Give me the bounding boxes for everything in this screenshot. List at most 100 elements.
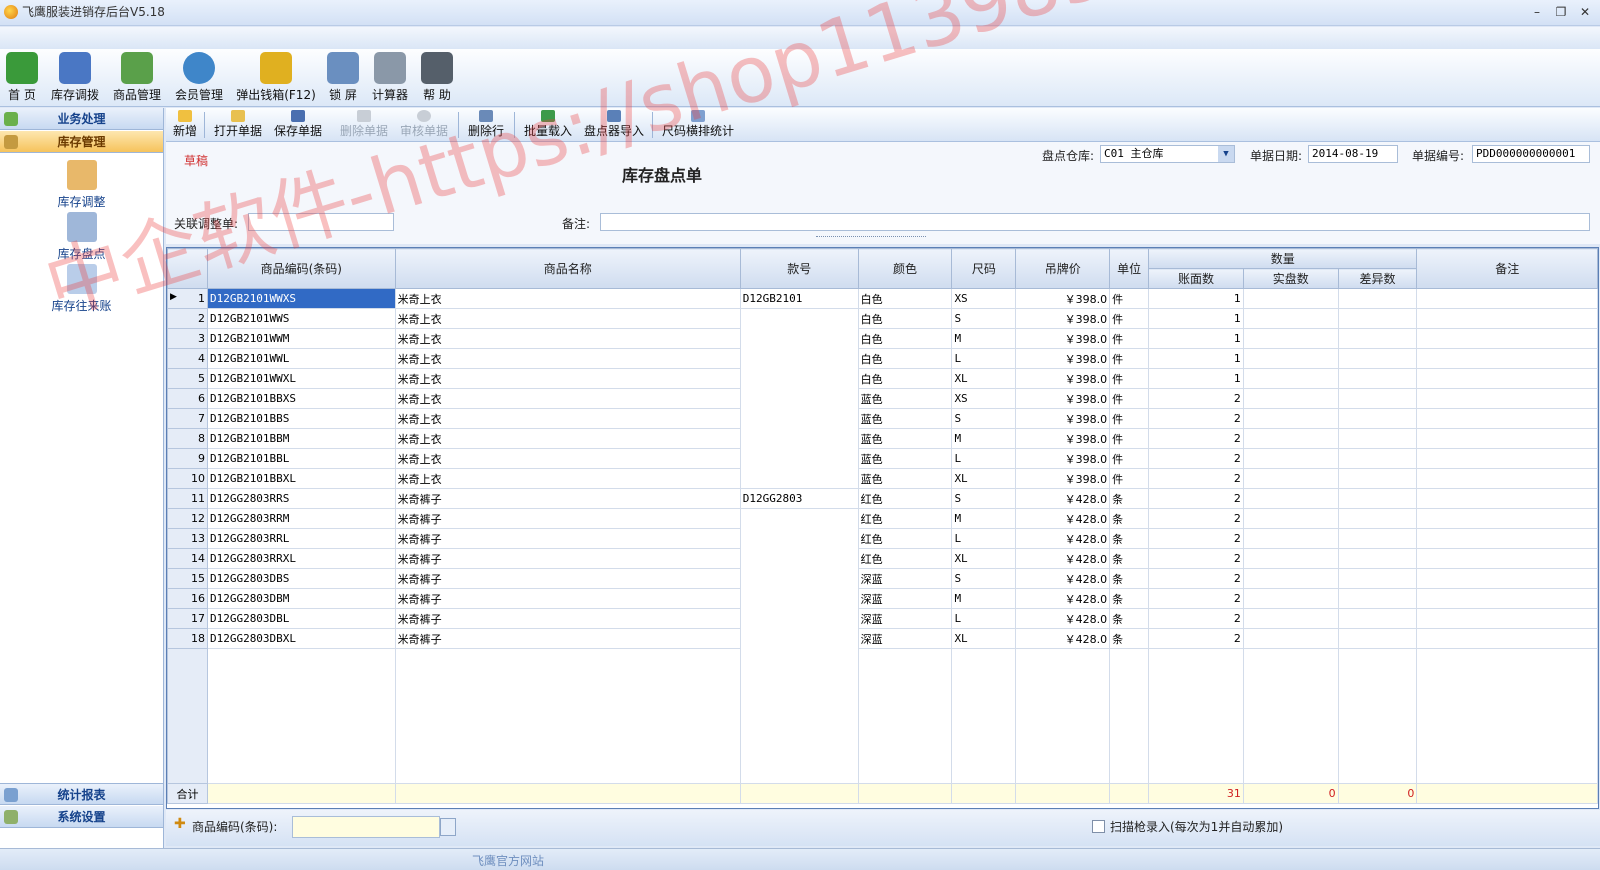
table-row[interactable]: 11 D12GG2803RRS 米奇裤子 D12GG2803 红色 S ￥428.0 条 2 [167, 488, 1598, 509]
actual-qty-cell[interactable] [1242, 408, 1339, 429]
save-document-button[interactable]: 保存单据 [270, 110, 326, 140]
remark-cell[interactable] [1416, 348, 1598, 369]
unit-cell[interactable]: 件 [1109, 448, 1150, 469]
style-cell[interactable] [739, 548, 859, 569]
goods-management-button[interactable]: 商品管理 [108, 52, 166, 106]
table-row[interactable]: 16 D12GG2803DBM 米奇裤子 深蓝 M ￥428.0 条 2 [167, 588, 1598, 609]
book-qty-cell[interactable]: 2 [1148, 628, 1244, 649]
col-header-remark[interactable]: 备注 [1416, 248, 1598, 289]
remark-cell[interactable] [1416, 588, 1598, 609]
color-cell[interactable]: 蓝色 [857, 428, 953, 449]
name-cell[interactable]: 米奇上衣 [394, 328, 741, 349]
lock-screen-button[interactable]: 锁 屏 [322, 52, 364, 106]
color-cell[interactable]: 红色 [857, 488, 953, 509]
style-cell[interactable] [739, 308, 859, 329]
unit-cell[interactable]: 件 [1109, 408, 1150, 429]
code-cell[interactable]: D12GG2803DBL [206, 608, 396, 629]
book-qty-cell[interactable]: 2 [1148, 388, 1244, 409]
row-number[interactable]: 4 [167, 348, 208, 369]
color-cell[interactable]: 红色 [857, 508, 953, 529]
warehouse-select[interactable]: C01 主仓库 ▼ [1100, 145, 1235, 163]
actual-qty-cell[interactable] [1242, 448, 1339, 469]
lookup-button[interactable] [440, 818, 456, 836]
size-cell[interactable]: XL [951, 628, 1017, 649]
close-button[interactable]: ✕ [1576, 4, 1594, 20]
style-cell[interactable]: D12GG2803 [739, 488, 859, 509]
diff-qty-cell[interactable] [1337, 448, 1418, 469]
sidebar-group-business[interactable]: 业务处理 [0, 108, 163, 130]
actual-qty-cell[interactable] [1242, 588, 1339, 609]
book-qty-cell[interactable]: 2 [1148, 528, 1244, 549]
remark-cell[interactable] [1416, 328, 1598, 349]
color-cell[interactable]: 蓝色 [857, 388, 953, 409]
diff-qty-cell[interactable] [1337, 328, 1418, 349]
size-cell[interactable]: M [951, 508, 1017, 529]
style-cell[interactable] [739, 568, 859, 589]
code-cell[interactable]: D12GG2803RRM [206, 508, 396, 529]
book-qty-cell[interactable]: 2 [1148, 508, 1244, 529]
actual-qty-cell[interactable] [1242, 548, 1339, 569]
color-cell[interactable]: 深蓝 [857, 568, 953, 589]
row-number[interactable]: 9 [167, 448, 208, 469]
code-cell[interactable]: D12GB2101WWXL [206, 368, 396, 389]
col-header-color[interactable]: 颜色 [857, 248, 953, 289]
unit-cell[interactable]: 件 [1109, 348, 1150, 369]
book-qty-cell[interactable]: 2 [1148, 408, 1244, 429]
name-cell[interactable]: 米奇上衣 [394, 368, 741, 389]
size-cell[interactable]: S [951, 488, 1017, 509]
col-header-diff-qty[interactable]: 差异数 [1337, 268, 1418, 289]
book-qty-cell[interactable]: 1 [1148, 328, 1244, 349]
row-number[interactable]: 12 [167, 508, 208, 529]
actual-qty-cell[interactable] [1242, 468, 1339, 489]
col-header-name[interactable]: 商品名称 [394, 248, 741, 289]
code-cell[interactable]: D12GB2101WWL [206, 348, 396, 369]
price-cell[interactable]: ￥398.0 [1015, 428, 1111, 449]
remark-cell[interactable] [1416, 388, 1598, 409]
code-cell[interactable]: D12GG2803RRL [206, 528, 396, 549]
diff-qty-cell[interactable] [1337, 428, 1418, 449]
remark-cell[interactable] [1416, 608, 1598, 629]
document-no-field[interactable]: PDD000000000001 [1472, 145, 1590, 163]
table-row[interactable]: 18 D12GG2803DBXL 米奇裤子 深蓝 XL ￥428.0 条 2 [167, 628, 1598, 649]
remark-cell[interactable] [1416, 288, 1598, 309]
price-cell[interactable]: ￥398.0 [1015, 368, 1111, 389]
code-cell[interactable]: D12GG2803RRXL [206, 548, 396, 569]
remark-cell[interactable] [1416, 548, 1598, 569]
row-number[interactable]: 14 [167, 548, 208, 569]
actual-qty-cell[interactable] [1242, 368, 1339, 389]
size-pivot-button[interactable]: 尺码横排统计 [658, 110, 738, 140]
color-cell[interactable]: 白色 [857, 288, 953, 309]
unit-cell[interactable]: 条 [1109, 548, 1150, 569]
price-cell[interactable]: ￥398.0 [1015, 348, 1111, 369]
size-cell[interactable]: L [951, 448, 1017, 469]
document-date-field[interactable]: 2014-08-19 [1308, 145, 1398, 163]
diff-qty-cell[interactable] [1337, 388, 1418, 409]
table-row[interactable]: 5 D12GB2101WWXL 米奇上衣 白色 XL ￥398.0 件 1 [167, 368, 1598, 389]
size-cell[interactable]: M [951, 328, 1017, 349]
col-header-actual-qty[interactable]: 实盘数 [1242, 268, 1339, 289]
row-number[interactable]: 7 [167, 408, 208, 429]
color-cell[interactable]: 深蓝 [857, 608, 953, 629]
code-cell[interactable]: D12GB2101BBXS [206, 388, 396, 409]
unit-cell[interactable]: 条 [1109, 528, 1150, 549]
table-row[interactable]: ▶ 1 D12GB2101WWXS 米奇上衣 D12GB2101 白色 XS ￥398.0 件 1 [167, 288, 1598, 309]
approve-document-button[interactable]: 审核单据 [396, 110, 452, 140]
unit-cell[interactable]: 条 [1109, 568, 1150, 589]
style-cell[interactable] [739, 528, 859, 549]
book-qty-cell[interactable]: 2 [1148, 568, 1244, 589]
col-header-unit[interactable]: 单位 [1109, 248, 1150, 289]
open-document-button[interactable]: 打开单据 [210, 110, 266, 140]
code-cell[interactable]: D12GB2101BBS [206, 408, 396, 429]
actual-qty-cell[interactable] [1242, 568, 1339, 589]
book-qty-cell[interactable]: 2 [1148, 468, 1244, 489]
row-number[interactable]: 2 [167, 308, 208, 329]
sidebar-group-settings[interactable]: 系统设置 [0, 806, 163, 828]
col-header-style[interactable]: 款号 [739, 248, 859, 289]
sidebar-item-stock-ledger[interactable]: 库存往来账 [0, 264, 163, 314]
code-cell[interactable]: D12GB2101BBL [206, 448, 396, 469]
row-number[interactable]: 3 [167, 328, 208, 349]
table-row[interactable]: 12 D12GG2803RRM 米奇裤子 红色 M ￥428.0 条 2 [167, 508, 1598, 529]
col-header-book-qty[interactable]: 账面数 [1148, 268, 1244, 289]
color-cell[interactable]: 白色 [857, 308, 953, 329]
book-qty-cell[interactable]: 2 [1148, 488, 1244, 509]
